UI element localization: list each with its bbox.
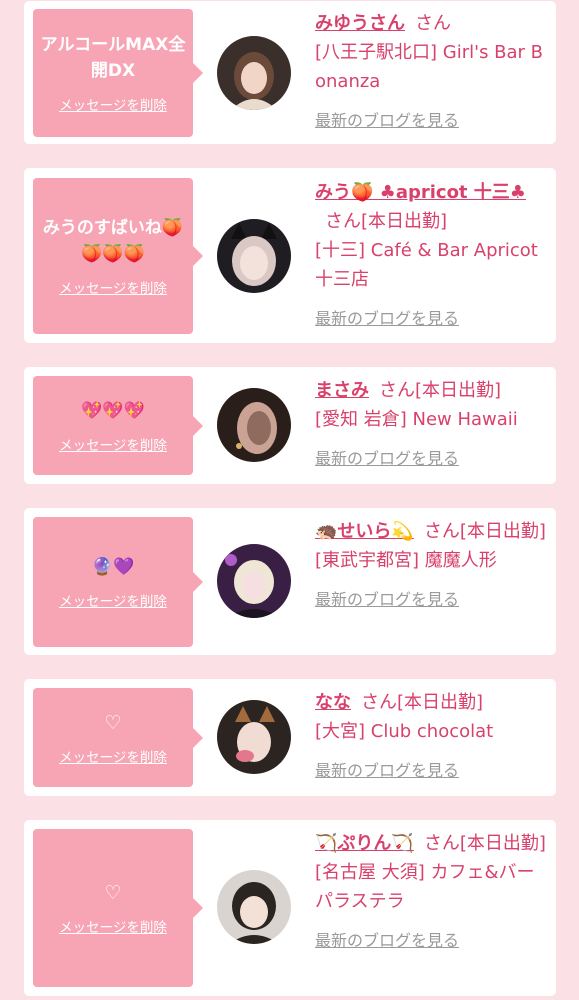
cast-name-link[interactable]: なな (315, 692, 351, 713)
message-bubble: ♡ メッセージを削除 (33, 829, 203, 987)
status-label: [本日出勤] (397, 692, 484, 713)
favorite-card: ♡ メッセージを削除 🏹ぷりん🏹 さん[本日出勤] [名古屋 大須] カフェ&バー… (24, 820, 556, 996)
delete-message-link[interactable]: メッセージを削除 (59, 277, 167, 297)
avatar[interactable] (217, 870, 291, 944)
cast-info: なな さん[本日出勤] [大宮] Club chocolat 最新のブログを見る (315, 688, 551, 785)
status-label: [本日出勤] (361, 211, 448, 232)
avatar[interactable] (217, 219, 291, 293)
latest-blog-link[interactable]: 最新のブログを見る (315, 304, 551, 333)
favorite-card: みうのすばいね🍑🍑🍑🍑 メッセージを削除 みう🍑 ♣apricot 十三♣さん[… (24, 168, 556, 343)
favorite-card: アルコールMAX全開DX メッセージを削除 みゆうさん さん [八王子駅北口] G… (24, 1, 556, 144)
honorific: さん (423, 833, 460, 854)
avatar[interactable] (217, 36, 291, 110)
shop-label: [十三] Café & Bar Apricot 十三店 (315, 240, 538, 290)
latest-blog-link[interactable]: 最新のブログを見る (315, 926, 551, 955)
cast-info: 🦔せいら💫 さん[本日出勤] [東武宇都宮] 魔魔人形 最新のブログを見る (315, 517, 551, 614)
message-text: 🔮💜 (91, 557, 135, 577)
message-text: アルコールMAX全開DX (40, 35, 186, 81)
cast-name-link[interactable]: 🦔せいら💫 (315, 521, 414, 542)
cast-name-link[interactable]: みう🍑 ♣apricot 十三♣ (315, 182, 526, 203)
status-label: [本日出勤] (415, 380, 502, 401)
cast-name-link[interactable]: 🏹ぷりん🏹 (315, 833, 414, 854)
status-label: [本日出勤] (459, 833, 546, 854)
shop-label: [愛知 岩倉] New Hawaii (315, 409, 518, 430)
message-bubble: 🔮💜 メッセージを削除 (33, 517, 203, 647)
delete-message-link[interactable]: メッセージを削除 (59, 746, 167, 766)
favorite-card: ♡ メッセージを削除 なな さん[本日出勤] [大宮] Club chocolat… (24, 679, 556, 796)
message-bubble: アルコールMAX全開DX メッセージを削除 (33, 9, 203, 137)
cast-info: まさみ さん[本日出勤] [愛知 岩倉] New Hawaii 最新のブログを見る (315, 376, 551, 473)
cast-info: 🏹ぷりん🏹 さん[本日出勤] [名古屋 大須] カフェ&バー パラステラ 最新のブ… (315, 829, 551, 955)
shop-label: [八王子駅北口] Girl's Bar Bonanza (315, 42, 544, 92)
avatar[interactable] (217, 388, 291, 462)
message-bubble: ♡ メッセージを削除 (33, 688, 203, 787)
honorific: さん (423, 521, 460, 542)
latest-blog-link[interactable]: 最新のブログを見る (315, 106, 551, 135)
cast-name-link[interactable]: まさみ (315, 380, 369, 401)
message-text: みうのすばいね🍑🍑🍑🍑 (42, 218, 184, 264)
message-text: ♡ (104, 882, 122, 904)
shop-label: [東武宇都宮] 魔魔人形 (315, 550, 497, 571)
cast-info: みう🍑 ♣apricot 十三♣ さん[本日出勤] [十三] Café & Bar… (315, 178, 551, 333)
honorific: さん (379, 380, 415, 401)
honorific: さん (361, 692, 397, 713)
cast-info: みゆうさん さん [八王子駅北口] Girl's Bar Bonanza 最新のブ… (315, 9, 551, 135)
shop-label: [大宮] Club chocolat (315, 721, 494, 742)
avatar[interactable] (217, 700, 291, 774)
latest-blog-link[interactable]: 最新のブログを見る (315, 756, 551, 785)
delete-message-link[interactable]: メッセージを削除 (59, 916, 167, 936)
avatar[interactable] (217, 544, 291, 618)
latest-blog-link[interactable]: 最新のブログを見る (315, 444, 551, 473)
latest-blog-link[interactable]: 最新のブログを見る (315, 585, 551, 614)
delete-message-link[interactable]: メッセージを削除 (59, 590, 167, 610)
message-bubble: みうのすばいね🍑🍑🍑🍑 メッセージを削除 (33, 178, 203, 334)
status-label: [本日出勤] (459, 521, 546, 542)
message-text: 💖💖💖 (81, 400, 145, 421)
shop-label: [名古屋 大須] カフェ&バー パラステラ (315, 862, 535, 912)
delete-message-link[interactable]: メッセージを削除 (59, 94, 167, 114)
honorific: さん (415, 13, 451, 34)
favorite-card: 🔮💜 メッセージを削除 🦔せいら💫 さん[本日出勤] [東武宇都宮] 魔魔人形 最… (24, 508, 556, 655)
cast-name-link[interactable]: みゆうさん (315, 13, 405, 34)
favorite-card: 💖💖💖 メッセージを削除 まさみ さん[本日出勤] [愛知 岩倉] New Haw… (24, 367, 556, 484)
message-text: ♡ (104, 711, 122, 734)
honorific: さん (325, 211, 361, 232)
message-bubble: 💖💖💖 メッセージを削除 (33, 376, 203, 475)
delete-message-link[interactable]: メッセージを削除 (59, 434, 167, 454)
